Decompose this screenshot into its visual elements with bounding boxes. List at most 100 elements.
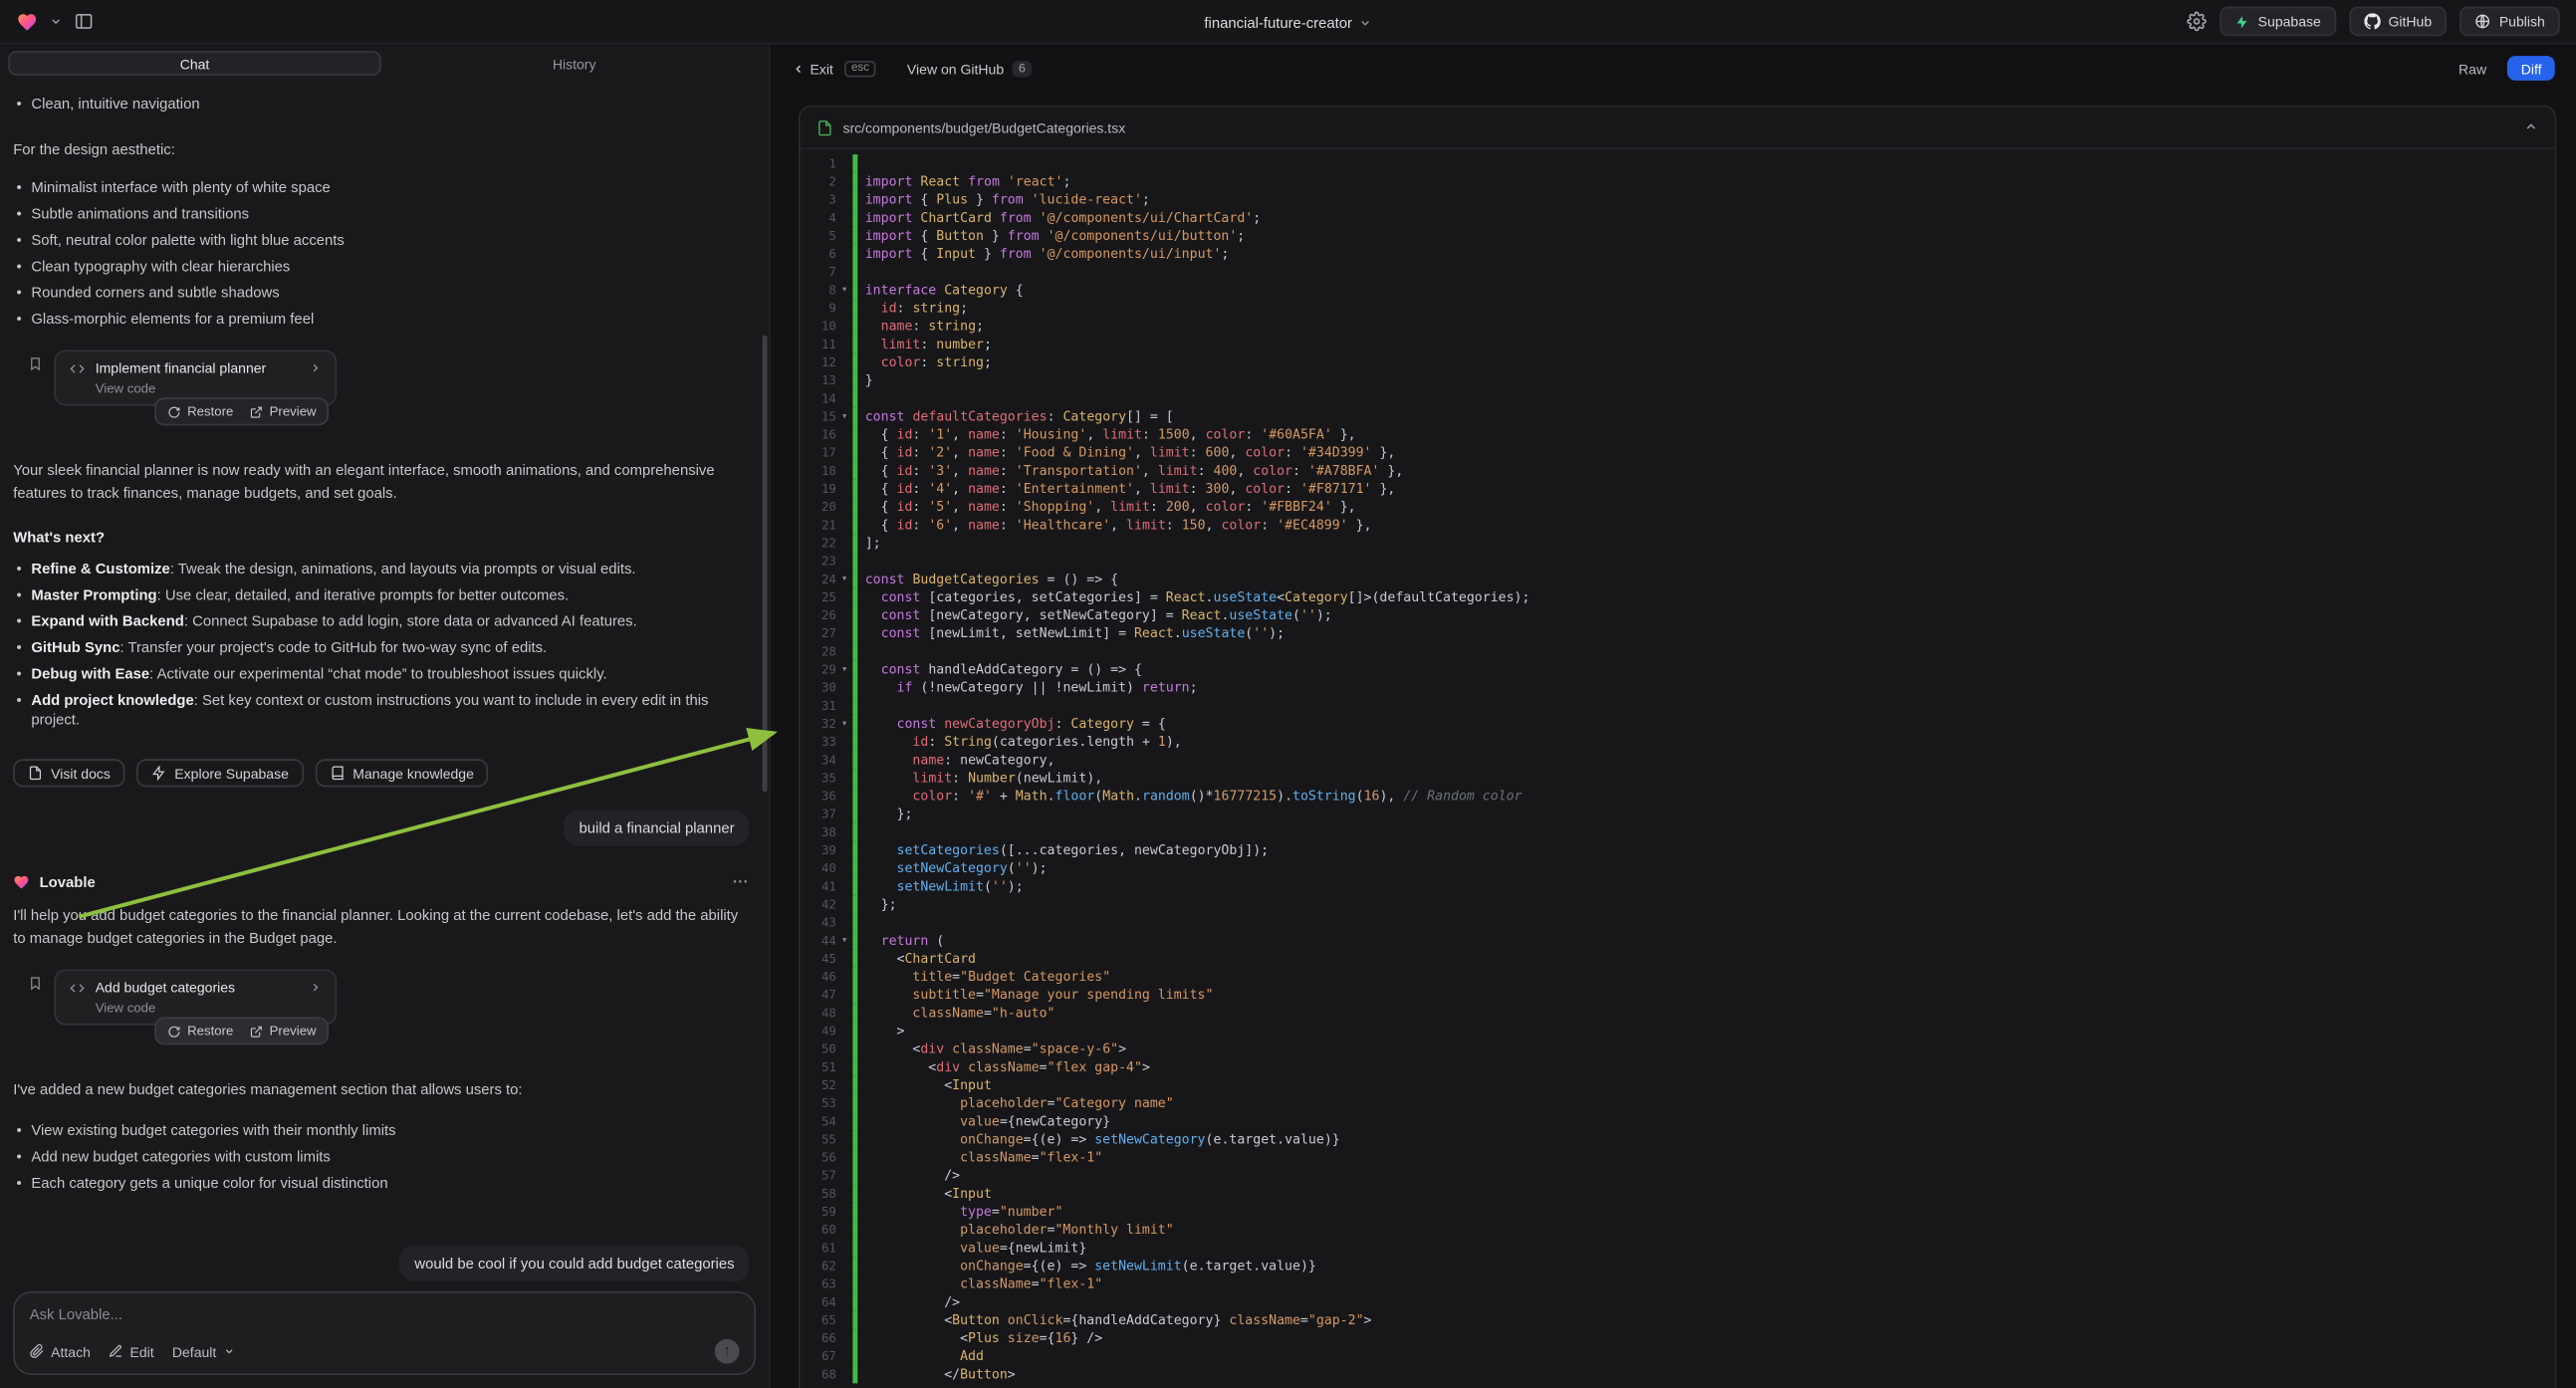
- fold-chevron-icon[interactable]: ▾: [836, 715, 853, 733]
- view-code-label[interactable]: View code: [96, 1001, 323, 1016]
- fold-chevron-icon[interactable]: [836, 299, 853, 317]
- fold-chevron-icon[interactable]: [836, 823, 853, 841]
- edit-button[interactable]: Edit: [109, 1343, 154, 1360]
- bookmark-icon[interactable]: [28, 354, 43, 372]
- view-on-github-link[interactable]: View on GitHub 6: [907, 60, 1033, 77]
- file-header[interactable]: src/components/budget/BudgetCategories.t…: [801, 107, 2555, 149]
- fold-chevron-icon[interactable]: [836, 154, 853, 172]
- explore-supabase-button[interactable]: Explore Supabase: [136, 759, 303, 787]
- fold-chevron-icon[interactable]: [836, 245, 853, 263]
- fold-chevron-icon[interactable]: [836, 769, 853, 787]
- fold-chevron-icon[interactable]: [836, 534, 853, 552]
- fold-chevron-icon[interactable]: [836, 1058, 853, 1076]
- tab-history[interactable]: History: [387, 51, 761, 76]
- model-select[interactable]: Default: [172, 1343, 235, 1360]
- fold-chevron-icon[interactable]: [836, 588, 853, 606]
- fold-chevron-icon[interactable]: ▾: [836, 281, 853, 299]
- collapse-file-button[interactable]: [2523, 119, 2538, 134]
- fold-chevron-icon[interactable]: [836, 1293, 853, 1311]
- fold-chevron-icon[interactable]: [836, 371, 853, 389]
- supabase-button[interactable]: Supabase: [2221, 7, 2336, 37]
- chat-message-list[interactable]: Clean, intuitive navigation For the desi…: [0, 81, 769, 1281]
- bookmark-icon[interactable]: [28, 974, 43, 992]
- fold-chevron-icon[interactable]: [836, 1112, 853, 1130]
- fold-chevron-icon[interactable]: [836, 389, 853, 407]
- fold-chevron-icon[interactable]: [836, 263, 853, 281]
- fold-chevron-icon[interactable]: [836, 859, 853, 877]
- fold-chevron-icon[interactable]: [836, 678, 853, 696]
- fold-chevron-icon[interactable]: [836, 787, 853, 805]
- fold-chevron-icon[interactable]: [836, 751, 853, 769]
- fold-chevron-icon[interactable]: [836, 968, 853, 986]
- view-code-label[interactable]: View code: [96, 381, 323, 396]
- diff-button[interactable]: Diff: [2508, 56, 2555, 81]
- fold-chevron-icon[interactable]: ▾: [836, 660, 853, 678]
- fold-chevron-icon[interactable]: [836, 353, 853, 371]
- fold-chevron-icon[interactable]: [836, 1329, 853, 1347]
- fold-chevron-icon[interactable]: [836, 498, 853, 516]
- github-button[interactable]: GitHub: [2349, 7, 2447, 37]
- fold-chevron-icon[interactable]: [836, 317, 853, 335]
- fold-chevron-icon[interactable]: [836, 606, 853, 624]
- fold-chevron-icon[interactable]: [836, 806, 853, 823]
- fold-chevron-icon[interactable]: [836, 986, 853, 1004]
- fold-chevron-icon[interactable]: [836, 950, 853, 968]
- fold-chevron-icon[interactable]: [836, 480, 853, 498]
- fold-chevron-icon[interactable]: [836, 624, 853, 642]
- raw-button[interactable]: Raw: [2449, 57, 2496, 80]
- chat-input[interactable]: Ask Lovable...: [30, 1306, 740, 1323]
- fold-chevron-icon[interactable]: [836, 697, 853, 715]
- tab-chat[interactable]: Chat: [8, 51, 381, 76]
- chat-scrollbar-thumb[interactable]: [762, 336, 767, 793]
- fold-chevron-icon[interactable]: [836, 642, 853, 660]
- fold-chevron-icon[interactable]: [836, 172, 853, 190]
- restore-button[interactable]: Restore: [167, 404, 233, 419]
- project-switcher[interactable]: financial-future-creator: [1204, 0, 1371, 45]
- fold-chevron-icon[interactable]: [836, 913, 853, 931]
- fold-chevron-icon[interactable]: [836, 1239, 853, 1257]
- manage-knowledge-button[interactable]: Manage knowledge: [315, 759, 488, 787]
- fold-chevron-icon[interactable]: [836, 733, 853, 751]
- fold-chevron-icon[interactable]: [836, 1257, 853, 1274]
- fold-chevron-icon[interactable]: ▾: [836, 932, 853, 950]
- fold-chevron-icon[interactable]: [836, 1347, 853, 1365]
- fold-chevron-icon[interactable]: [836, 1185, 853, 1203]
- fold-chevron-icon[interactable]: ▾: [836, 407, 853, 425]
- fold-chevron-icon[interactable]: [836, 1076, 853, 1094]
- message-menu-button[interactable]: [731, 872, 749, 890]
- logo-menu-chevron[interactable]: [50, 15, 63, 28]
- fold-chevron-icon[interactable]: [836, 1094, 853, 1112]
- lovable-logo[interactable]: [17, 11, 38, 32]
- fold-chevron-icon[interactable]: [836, 1311, 853, 1329]
- publish-button[interactable]: Publish: [2459, 7, 2559, 37]
- visit-docs-button[interactable]: Visit docs: [13, 759, 125, 787]
- exit-button[interactable]: Exit: [792, 60, 833, 77]
- restore-button[interactable]: Restore: [167, 1024, 233, 1039]
- settings-button[interactable]: [2188, 12, 2208, 32]
- fold-chevron-icon[interactable]: [836, 895, 853, 913]
- fold-chevron-icon[interactable]: [836, 1148, 853, 1166]
- fold-chevron-icon[interactable]: [836, 841, 853, 859]
- fold-chevron-icon[interactable]: [836, 1004, 853, 1022]
- send-button[interactable]: ↑: [715, 1339, 740, 1364]
- fold-chevron-icon[interactable]: [836, 877, 853, 895]
- fold-chevron-icon[interactable]: [836, 1203, 853, 1221]
- preview-button[interactable]: Preview: [250, 1024, 317, 1039]
- fold-chevron-icon[interactable]: [836, 444, 853, 462]
- fold-chevron-icon[interactable]: [836, 190, 853, 208]
- fold-chevron-icon[interactable]: [836, 1274, 853, 1292]
- attach-button[interactable]: Attach: [30, 1343, 91, 1360]
- fold-chevron-icon[interactable]: [836, 1221, 853, 1239]
- preview-button[interactable]: Preview: [250, 404, 317, 419]
- fold-chevron-icon[interactable]: [836, 1167, 853, 1185]
- fold-chevron-icon[interactable]: [836, 209, 853, 227]
- fold-chevron-icon[interactable]: [836, 227, 853, 245]
- fold-chevron-icon[interactable]: [836, 1022, 853, 1040]
- fold-chevron-icon[interactable]: ▾: [836, 571, 853, 588]
- fold-chevron-icon[interactable]: [836, 1130, 853, 1148]
- fold-chevron-icon[interactable]: [836, 552, 853, 570]
- sidebar-toggle-button[interactable]: [74, 12, 94, 32]
- fold-chevron-icon[interactable]: [836, 336, 853, 353]
- fold-chevron-icon[interactable]: [836, 1040, 853, 1057]
- fold-chevron-icon[interactable]: [836, 425, 853, 443]
